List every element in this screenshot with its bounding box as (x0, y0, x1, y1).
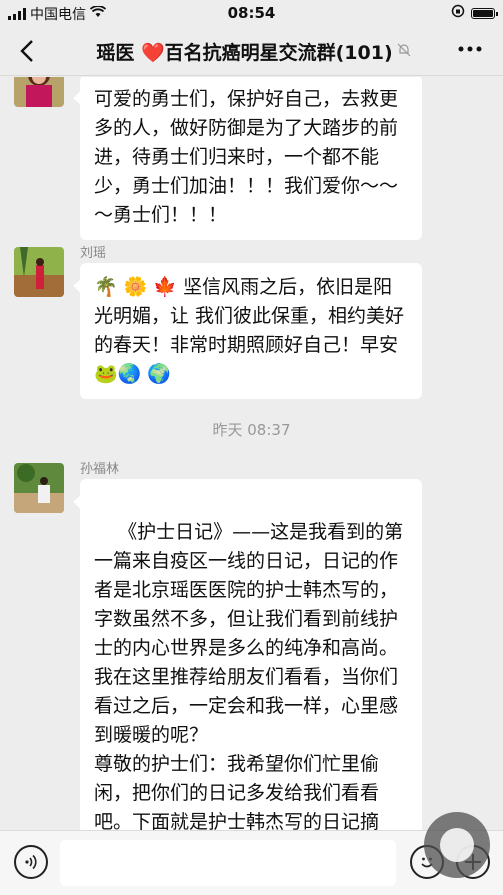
message-text: 可爱的勇士们，保护好自己，去救更多的人，做好防御是为了大踏步的前进，待勇士们归来… (94, 88, 399, 226)
status-time: 08:54 (227, 4, 276, 22)
avatar[interactable] (14, 77, 64, 107)
message-bubble[interactable]: 《护士日记》——这是我看到的第一篇来自疫区一线的日记，日记的作者是北京瑶医医院的… (73, 479, 422, 830)
sender-name: 孙福林 (80, 462, 120, 477)
timestamp: 昨天 08:37 (212, 421, 291, 439)
status-bar: 中国电信 08:54 (0, 0, 503, 26)
bell-off-icon (397, 43, 411, 61)
chevron-left-icon[interactable] (16, 36, 46, 66)
message-text: 🌴 🌼 🍁 坚信风雨之后，依旧是阳光明媚，让 我们彼此保重，相约美好的春天！非常… (94, 276, 405, 385)
chat-title: 瑶医 ❤️百名抗癌明星交流群(101) (64, 38, 443, 65)
message-list[interactable]: 可爱的勇士们，保护好自己，去救更多的人，做好防御是为了大踏步的前进，待勇士们归来… (0, 77, 503, 830)
status-right (451, 4, 498, 22)
rotation-lock-icon (451, 4, 465, 22)
ellipsis-icon[interactable] (455, 34, 485, 70)
message-bubble[interactable]: 🌴 🌼 🍁 坚信风雨之后，依旧是阳光明媚，让 我们彼此保重，相约美好的春天！非常… (73, 263, 422, 399)
nav-bar: 瑶医 ❤️百名抗癌明星交流群(101) (0, 26, 503, 76)
avatar[interactable] (14, 247, 64, 297)
voice-icon[interactable] (14, 845, 48, 879)
message-bubble[interactable]: 可爱的勇士们，保护好自己，去救更多的人，做好防御是为了大踏步的前进，待勇士们归来… (73, 77, 422, 240)
message-text: 《护士日记》——这是我看到的第一篇来自疫区一线的日记，日记的作者是北京瑶医医院的… (94, 521, 404, 830)
message-input[interactable] (60, 840, 396, 886)
sender-name: 刘瑶 (80, 246, 107, 261)
chat-title-text: 瑶医 ❤️百名抗癌明星交流群(101) (96, 42, 393, 64)
battery-icon (471, 7, 498, 19)
avatar[interactable] (14, 463, 64, 513)
assistive-touch-button[interactable] (424, 812, 490, 878)
